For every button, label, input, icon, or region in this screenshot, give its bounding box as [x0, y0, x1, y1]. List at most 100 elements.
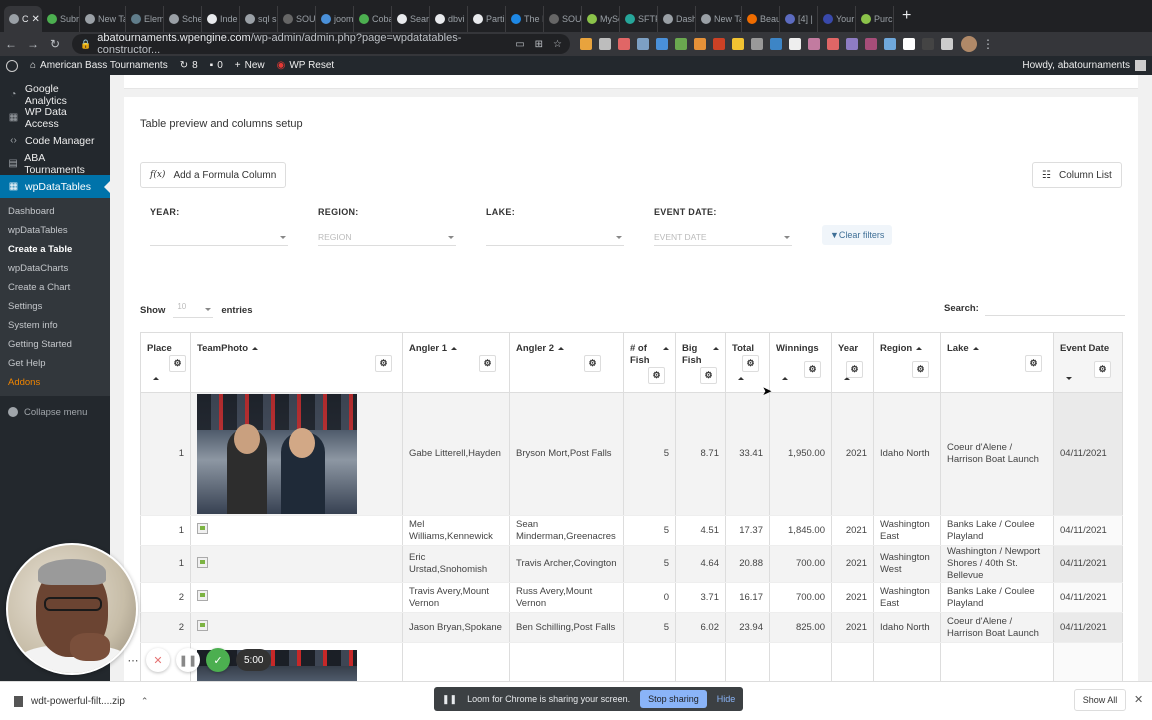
stop-sharing-button[interactable]: Stop sharing — [640, 690, 707, 708]
extensions-puzzle-icon[interactable] — [941, 38, 953, 50]
column-header--of-fish[interactable]: # of Fish ⚙ — [623, 332, 676, 393]
column-header-event-date[interactable]: Event Date ⚙ — [1053, 332, 1123, 393]
submenu-item-create-a-chart[interactable]: Create a Chart — [0, 278, 110, 297]
new-tab-icon[interactable]: + — [902, 7, 911, 25]
clear-filters-button[interactable]: ▼ Clear filters — [822, 225, 893, 245]
table-row[interactable]: 1 Eric Urstad,Snohomish Travis Archer,Covi… — [140, 545, 1123, 583]
browser-tab[interactable]: Coba — [354, 6, 392, 32]
browser-tab[interactable]: SOU — [544, 6, 582, 32]
column-header-winnings[interactable]: Winnings ⚙ — [769, 332, 832, 393]
column-header-lake[interactable]: Lake ⚙ — [940, 332, 1054, 393]
column-header-angler-2[interactable]: Angler 2 ⚙ — [509, 332, 624, 393]
table-row[interactable]: 1 Mel Williams,Kennewick Sean Minderman,Gr… — [140, 515, 1123, 546]
browser-tab[interactable]: The I — [506, 6, 544, 32]
extension-icon[interactable] — [732, 38, 744, 50]
column-settings-gear-icon[interactable]: ⚙ — [700, 367, 717, 384]
column-settings-gear-icon[interactable]: ⚙ — [479, 355, 496, 372]
browser-tab[interactable]: Sear — [392, 6, 430, 32]
address-bar[interactable]: 🔒 abatournaments.wpengine.com/wp-admin/a… — [72, 32, 570, 56]
column-header-place[interactable]: Place ⚙ — [140, 332, 191, 393]
table-row[interactable]: 2 Jason Bryan,Spokane Ben Schilling,Post F… — [140, 612, 1123, 643]
extension-icon[interactable] — [713, 38, 725, 50]
table-row[interactable]: 2 Travis Avery,Mount Vernon Russ Avery,Mou… — [140, 582, 1123, 613]
back-icon[interactable]: ← — [0, 37, 22, 51]
team-photo[interactable] — [197, 394, 357, 514]
extension-icon[interactable] — [846, 38, 858, 50]
profile-avatar[interactable] — [961, 36, 977, 52]
finish-recording-button[interactable]: ✓ — [206, 648, 230, 672]
account-menu[interactable]: Howdy, abatournaments — [1022, 60, 1152, 71]
submenu-item-wpdatatables[interactable]: wpDataTables — [0, 221, 110, 240]
extension-icon[interactable] — [751, 38, 763, 50]
extension-icon[interactable] — [884, 38, 896, 50]
webcam-bubble[interactable] — [6, 543, 138, 675]
column-settings-gear-icon[interactable]: ⚙ — [1025, 355, 1042, 372]
browser-tab[interactable]: Elem — [126, 6, 164, 32]
comments-link[interactable]: ▪ 0 — [204, 60, 229, 71]
wp-reset-link[interactable]: ◉ WP Reset — [271, 60, 341, 71]
tab-close-icon[interactable]: ✕ — [32, 14, 40, 25]
extension-icon[interactable] — [580, 38, 592, 50]
extension-icon[interactable] — [599, 38, 611, 50]
column-list-button[interactable]: ☷ Column List — [1032, 162, 1122, 188]
column-settings-gear-icon[interactable]: ⚙ — [804, 361, 821, 378]
browser-tab[interactable]: Parti — [468, 6, 506, 32]
extension-icon[interactable] — [656, 38, 668, 50]
browser-tab[interactable]: dbvi — [430, 6, 468, 32]
browser-tab[interactable]: Inde — [202, 6, 240, 32]
extension-icon[interactable] — [827, 38, 839, 50]
extension-icon[interactable] — [770, 38, 782, 50]
add-formula-column-button[interactable]: f(x) Add a Formula Column — [140, 162, 287, 188]
browser-tab[interactable]: sql s — [240, 6, 278, 32]
reload-icon[interactable]: ↻ — [44, 37, 66, 51]
entries-per-page-select[interactable]: 10 — [173, 302, 214, 318]
column-header-teamphoto[interactable]: TeamPhoto ⚙ — [190, 332, 403, 393]
browser-tab[interactable]: SFTP — [620, 6, 658, 32]
lake-filter-select[interactable] — [486, 230, 624, 246]
browser-tab[interactable]: MySc — [582, 6, 620, 32]
year-filter-select[interactable] — [150, 230, 288, 246]
column-settings-gear-icon[interactable]: ⚙ — [742, 355, 759, 372]
browser-tab[interactable]: New Tab — [696, 6, 742, 32]
extension-icon[interactable] — [903, 38, 915, 50]
column-header-year[interactable]: Year ⚙ — [831, 332, 874, 393]
submenu-item-create-a-table[interactable]: Create a Table — [0, 240, 110, 259]
column-header-region[interactable]: Region ⚙ — [873, 332, 941, 393]
sidebar-item-wpdatatables[interactable]: ▦ wpDataTables — [0, 175, 110, 198]
column-settings-gear-icon[interactable]: ⚙ — [1094, 361, 1111, 378]
hide-sharing-bar-link[interactable]: Hide — [717, 694, 736, 704]
column-settings-gear-icon[interactable]: ⚙ — [584, 355, 601, 372]
extension-icon[interactable] — [675, 38, 687, 50]
column-header-big-fish[interactable]: Big Fish ⚙ — [675, 332, 726, 393]
browser-tab[interactable]: Your — [818, 6, 856, 32]
download-item[interactable]: wdt-powerful-filt....zip ⌃ — [0, 695, 148, 707]
cancel-recording-button[interactable]: ✕ — [146, 648, 170, 672]
submenu-item-addons[interactable]: Addons — [0, 373, 110, 392]
column-settings-gear-icon[interactable]: ⚙ — [648, 367, 665, 384]
menu-dots-icon[interactable]: ⋮ — [977, 37, 999, 51]
table-row[interactable]: 1 Gabe Litterell,Hayden Bryson Mort,Post F… — [140, 392, 1123, 516]
submenu-item-getting-started[interactable]: Getting Started — [0, 335, 110, 354]
column-header-angler-1[interactable]: Angler 1 ⚙ — [402, 332, 510, 393]
browser-tab[interactable]: Sche — [164, 6, 202, 32]
grid-icon[interactable]: ⊞ — [535, 39, 543, 50]
sidebar-item-google-analytics[interactable]: ◔ Google Analytics — [0, 83, 110, 107]
extension-icon[interactable] — [618, 38, 630, 50]
column-settings-gear-icon[interactable]: ⚙ — [912, 361, 929, 378]
browser-tab[interactable]: [4] | — [780, 6, 818, 32]
cast-icon[interactable]: ▭ — [515, 39, 524, 50]
sidebar-item-code-manager[interactable]: ‹› Code Manager — [0, 129, 110, 152]
new-content-link[interactable]: + New — [229, 60, 271, 71]
submenu-item-dashboard[interactable]: Dashboard — [0, 202, 110, 221]
search-input[interactable] — [984, 300, 1125, 316]
column-settings-gear-icon[interactable]: ⚙ — [846, 361, 863, 378]
submenu-item-get-help[interactable]: Get Help — [0, 354, 110, 373]
sidebar-item-wp-data-access[interactable]: ▦ WP Data Access — [0, 106, 110, 130]
extension-icon[interactable] — [789, 38, 801, 50]
column-settings-gear-icon[interactable]: ⚙ — [375, 355, 392, 372]
browser-tab[interactable]: Dash — [658, 6, 696, 32]
updates-link[interactable]: ↻ 8 — [174, 60, 204, 71]
wp-logo-menu[interactable] — [0, 59, 24, 72]
browser-tab[interactable]: New Tab — [80, 6, 126, 32]
browser-tab[interactable]: Beau — [742, 6, 780, 32]
